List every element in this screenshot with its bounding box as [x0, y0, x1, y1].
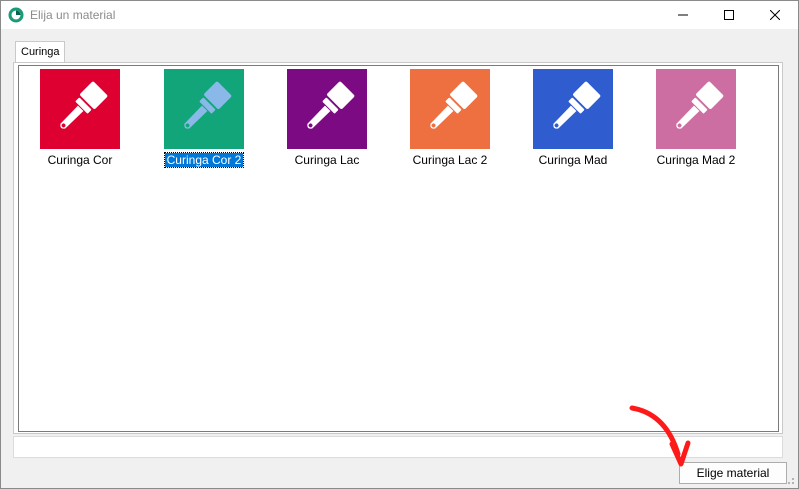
material-list[interactable]: Curinga Cor Curinga Cor 2 Curinga Lac Cu…: [18, 65, 779, 432]
material-item[interactable]: Curinga Mad 2: [641, 69, 751, 169]
paint-brush-icon: [553, 81, 601, 129]
tab-curinga[interactable]: Curinga: [15, 41, 65, 63]
window-title: Elija un material: [30, 8, 116, 22]
material-swatch[interactable]: [533, 69, 613, 149]
maximize-button[interactable]: [706, 1, 752, 29]
material-swatch[interactable]: [287, 69, 367, 149]
maximize-icon: [724, 10, 734, 20]
material-item[interactable]: Curinga Cor 2: [149, 69, 259, 169]
material-item[interactable]: Curinga Lac 2: [395, 69, 505, 169]
annotation-arrow-icon: [629, 405, 691, 467]
material-item[interactable]: Curinga Cor: [25, 69, 135, 169]
paint-brush-icon: [676, 81, 724, 129]
close-button[interactable]: [752, 1, 798, 29]
minimize-button[interactable]: [660, 1, 706, 29]
material-item[interactable]: Curinga Mad: [518, 69, 628, 169]
material-label: Curinga Lac: [294, 153, 360, 167]
material-swatch[interactable]: [656, 69, 736, 149]
resize-grip-icon[interactable]: [785, 475, 795, 485]
paint-brush-icon: [307, 81, 355, 129]
material-swatch[interactable]: [40, 69, 120, 149]
material-label: Curinga Cor 2: [163, 152, 245, 168]
material-swatch[interactable]: [410, 69, 490, 149]
tab-panel: Curinga Cor Curinga Cor 2 Curinga Lac Cu…: [13, 62, 783, 434]
paint-brush-icon: [60, 81, 108, 129]
material-label: Curinga Mad 2: [656, 153, 736, 167]
close-icon: [770, 10, 780, 20]
title-bar: Elija un material: [1, 1, 798, 29]
material-item[interactable]: Curinga Lac: [272, 69, 382, 169]
paint-brush-icon: [430, 81, 478, 129]
material-picker-window: Elija un material Curinga Curinga Cor Cu…: [0, 0, 799, 489]
tab-label: Curinga: [21, 46, 60, 58]
material-label: Curinga Cor: [47, 153, 113, 167]
paint-brush-icon: [184, 81, 232, 129]
material-swatch[interactable]: [164, 69, 244, 149]
app-logo-icon: [8, 7, 24, 23]
material-label: Curinga Lac 2: [412, 153, 488, 167]
material-label: Curinga Mad: [538, 153, 608, 167]
minimize-icon: [678, 14, 688, 16]
